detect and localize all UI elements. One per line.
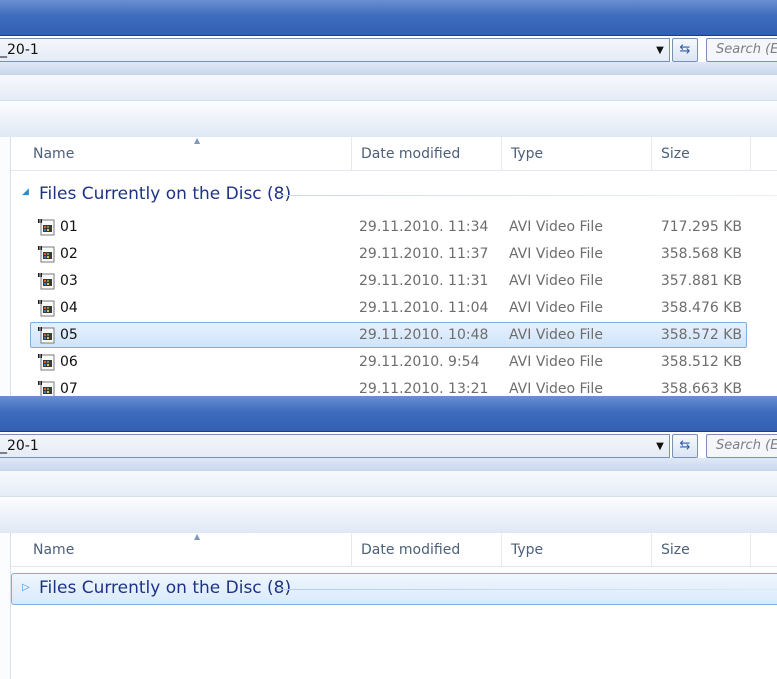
search-input[interactable]: Search (E:: [706, 38, 777, 62]
file-date-modified: 29.11.2010. 11:37: [359, 246, 489, 262]
explorer-window-collapsed: _20-1 ▼ ⇆ Search (E: ▲ Name Date modifie…: [0, 396, 777, 679]
address-strip: [0, 62, 777, 74]
column-size[interactable]: Size: [651, 533, 751, 566]
file-size: 717.295 KB: [660, 219, 742, 235]
file-row[interactable]: 04 29.11.2010. 11:04 AVI Video File 358.476…: [30, 295, 747, 321]
title-bar[interactable]: [0, 0, 777, 36]
refresh-icon[interactable]: ⇆: [672, 38, 698, 62]
group-header-collapsed[interactable]: ▷ Files Currently on the Disc (8): [11, 573, 777, 605]
file-name: 06: [60, 354, 78, 370]
explorer-window-expanded: _20-1 ▼ ⇆ Search (E: ▲ Name Date modifie…: [0, 0, 777, 396]
file-type: AVI Video File: [509, 354, 603, 370]
title-bar[interactable]: [0, 396, 777, 432]
file-size: 357.881 KB: [660, 273, 742, 289]
group-header-expanded[interactable]: ◢ Files Currently on the Disc (8): [11, 179, 777, 209]
search-input[interactable]: Search (E:: [706, 434, 777, 458]
column-type[interactable]: Type: [501, 533, 651, 566]
column-date-modified[interactable]: Date modified: [351, 137, 501, 170]
video-file-icon: [38, 353, 55, 371]
file-date-modified: 29.11.2010. 11:34: [359, 219, 489, 235]
chevron-down-icon[interactable]: ▼: [652, 439, 668, 455]
video-file-icon: [38, 218, 55, 236]
file-name: 03: [60, 273, 78, 289]
file-size: 358.512 KB: [660, 354, 742, 370]
file-type: AVI Video File: [509, 273, 603, 289]
address-bar[interactable]: _20-1 ▼: [0, 434, 670, 458]
file-name: 01: [60, 219, 78, 235]
video-file-icon: [38, 245, 55, 263]
video-file-icon: [38, 326, 55, 344]
file-size: 358.568 KB: [660, 246, 742, 262]
file-row[interactable]: 01 29.11.2010. 11:34 AVI Video File 717.295…: [30, 214, 747, 240]
file-name: 02: [60, 246, 78, 262]
group-title: Files Currently on the Disc (8): [39, 578, 292, 598]
command-bar: [0, 496, 777, 534]
video-file-icon: [38, 299, 55, 317]
group-divider: [277, 589, 777, 590]
navigation-pane-edge[interactable]: [0, 533, 11, 679]
file-date-modified: 29.11.2010. 10:48: [359, 327, 489, 343]
group-title: Files Currently on the Disc (8): [39, 184, 292, 204]
file-list: ▲ Name Date modified Type Size ▷ Files C…: [0, 532, 777, 679]
column-type[interactable]: Type: [501, 137, 651, 170]
file-type: AVI Video File: [509, 300, 603, 316]
column-size[interactable]: Size: [651, 137, 751, 170]
file-name: 04: [60, 300, 78, 316]
command-bar: [0, 100, 777, 138]
file-name: 07: [60, 381, 78, 396]
file-row[interactable]: 06 29.11.2010. 9:54 AVI Video File 358.512 …: [30, 349, 747, 375]
file-size: 358.572 KB: [660, 327, 742, 343]
file-name: 05: [60, 327, 78, 343]
file-type: AVI Video File: [509, 246, 603, 262]
file-row[interactable]: 03 29.11.2010. 11:31 AVI Video File 357.881…: [30, 268, 747, 294]
file-size: 358.476 KB: [660, 300, 742, 316]
video-file-icon: [38, 272, 55, 290]
toolbar: [0, 470, 777, 496]
file-row[interactable]: 05 29.11.2010. 10:48 AVI Video File 358.572…: [30, 322, 747, 348]
triangle-expanded-icon[interactable]: ◢: [22, 187, 29, 197]
file-date-modified: 29.11.2010. 11:31: [359, 273, 489, 289]
file-row[interactable]: 07 29.11.2010. 13:21 AVI Video File 358.663…: [30, 376, 747, 396]
triangle-collapsed-icon[interactable]: ▷: [22, 582, 30, 593]
file-date-modified: 29.11.2010. 13:21: [359, 381, 489, 396]
address-bar[interactable]: _20-1 ▼: [0, 38, 670, 62]
navigation-pane-edge[interactable]: [0, 137, 11, 396]
video-file-icon: [38, 380, 55, 396]
file-row[interactable]: 02 29.11.2010. 11:37 AVI Video File 358.568…: [30, 241, 747, 267]
file-type: AVI Video File: [509, 381, 603, 396]
column-name[interactable]: Name: [24, 137, 352, 170]
column-date-modified[interactable]: Date modified: [351, 533, 501, 566]
file-list: ▲ Name Date modified Type Size ◢ Files C…: [0, 136, 777, 396]
refresh-icon[interactable]: ⇆: [672, 434, 698, 458]
address-path: _20-1: [0, 438, 39, 454]
toolbar: [0, 74, 777, 100]
column-header-row: ▲ Name Date modified Type Size: [11, 136, 777, 171]
file-date-modified: 29.11.2010. 9:54: [359, 354, 480, 370]
file-size: 358.663 KB: [660, 381, 742, 396]
file-type: AVI Video File: [509, 327, 603, 343]
address-strip: [0, 458, 777, 470]
address-path: _20-1: [0, 42, 39, 58]
file-type: AVI Video File: [509, 219, 603, 235]
group-divider: [279, 195, 777, 196]
file-date-modified: 29.11.2010. 11:04: [359, 300, 489, 316]
column-name[interactable]: Name: [24, 533, 352, 566]
column-header-row: ▲ Name Date modified Type Size: [11, 532, 777, 567]
chevron-down-icon[interactable]: ▼: [652, 43, 668, 59]
